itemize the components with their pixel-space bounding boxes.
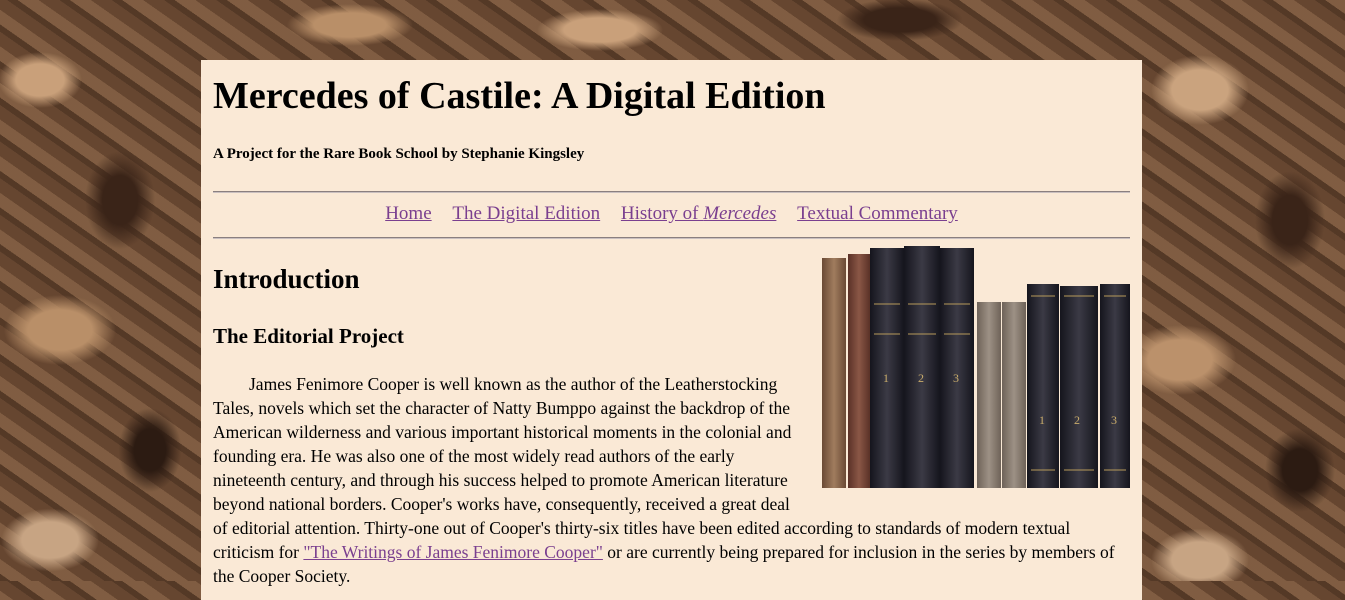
svg-text:3: 3: [953, 371, 959, 385]
main-nav: Home The Digital Edition History of Merc…: [213, 203, 1130, 225]
section-heading: Introduction: [213, 264, 360, 294]
nav-history-italic: Mercedes: [703, 203, 777, 224]
svg-text:2: 2: [918, 371, 924, 385]
page-content: Mercedes of Castile: A Digital Edition A…: [201, 60, 1142, 600]
nav-home-link[interactable]: Home: [385, 203, 431, 224]
bottom-divider: [213, 237, 1130, 239]
nav-history-link[interactable]: History of Mercedes: [621, 203, 776, 224]
svg-text:3: 3: [1111, 413, 1117, 427]
nav-history-prefix: History of: [620, 203, 704, 224]
svg-text:2: 2: [1074, 413, 1080, 427]
site-title: Mercedes of Castile: A Digital Edition: [213, 75, 826, 117]
top-divider: [213, 191, 1130, 193]
nav-digital-edition-link[interactable]: The Digital Edition: [452, 203, 600, 224]
svg-text:1: 1: [883, 371, 889, 385]
nav-textual-commentary-link[interactable]: Textual Commentary: [797, 203, 958, 224]
svg-text:1: 1: [1039, 413, 1045, 427]
cooper-writings-link[interactable]: "The Writings of James Fenimore Cooper": [303, 542, 603, 562]
section-subheading: The Editorial Project: [213, 324, 404, 348]
books-image: 1 2 3 1 2 3: [812, 244, 1130, 496]
intro-paragraph: 123 123 James Fenimore Cooper is well kn…: [213, 246, 1130, 588]
site-subtitle: A Project for the Rare Book School by St…: [213, 146, 585, 162]
